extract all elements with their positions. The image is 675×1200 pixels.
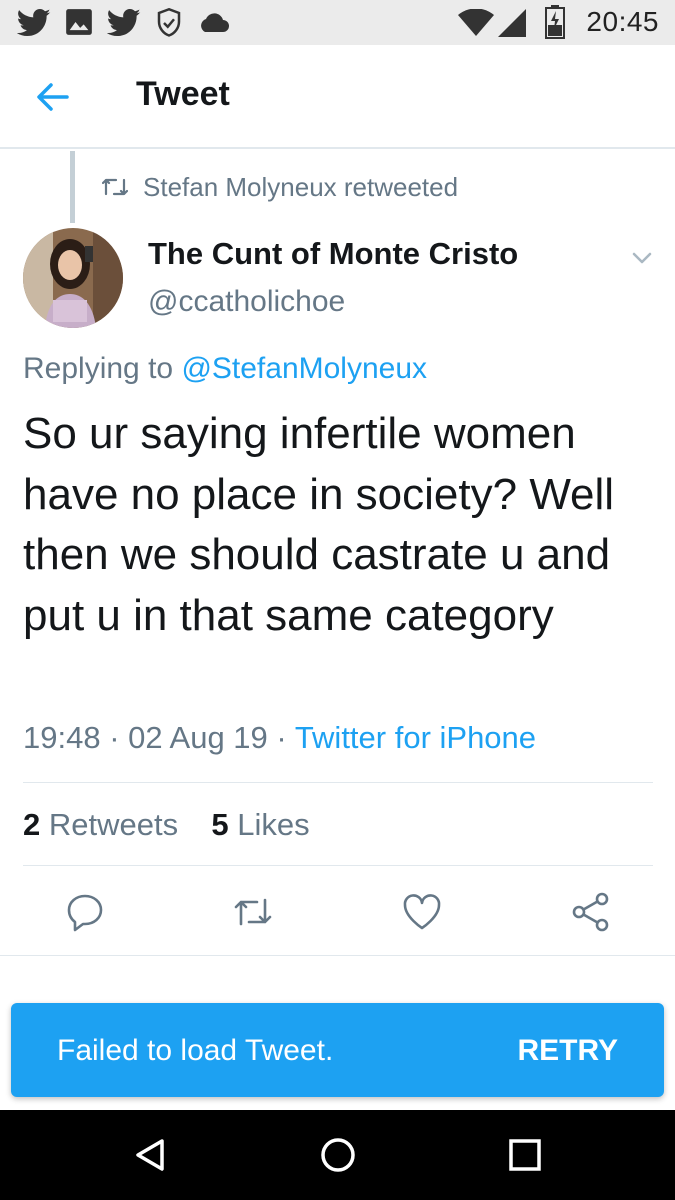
retry-button[interactable]: RETRY <box>517 1034 618 1068</box>
recents-square-icon[interactable] <box>505 1135 545 1175</box>
retweeted-by[interactable]: Stefan Molyneux retweeted <box>143 172 458 203</box>
back-arrow-icon[interactable] <box>34 79 70 115</box>
replying-mention-link[interactable]: @StefanMolyneux <box>181 352 427 385</box>
tweet-text: So ur saying infertile women have no pla… <box>23 409 615 640</box>
chevron-down-icon[interactable] <box>628 244 656 272</box>
status-time: 20:45 <box>586 6 659 37</box>
tweet-date: 02 Aug 19 <box>128 720 268 755</box>
divider <box>0 955 675 956</box>
retweet-label: Retweets <box>48 807 179 842</box>
thread-line <box>70 151 75 223</box>
error-snackbar: Failed to load Tweet. RETRY <box>11 1003 664 1097</box>
retweet-icon <box>102 178 128 196</box>
image-icon <box>66 9 92 35</box>
share-icon[interactable] <box>569 890 613 934</box>
avatar[interactable] <box>23 228 123 328</box>
retweet-count: 2 <box>23 807 41 842</box>
divider <box>23 865 653 866</box>
like-count: 5 <box>211 807 229 842</box>
author-handle[interactable]: @ccatholichoe <box>148 285 345 319</box>
like-label: Likes <box>237 807 310 842</box>
app-bar: Tweet <box>0 45 675 149</box>
tweet-stats: 2 Retweets 5 Likes <box>23 807 310 843</box>
like-heart-icon[interactable] <box>400 890 444 934</box>
replying-to: Replying to @StefanMolyneux <box>23 352 427 386</box>
wifi-icon <box>458 9 494 36</box>
navigation-bar <box>0 1110 675 1200</box>
avatar-image <box>23 228 123 328</box>
tweet-meta: 19:48 · 02 Aug 19 · Twitter for iPhone <box>23 720 536 756</box>
retweet-stat[interactable]: 2 Retweets <box>23 807 178 842</box>
signal-icon <box>498 9 526 37</box>
home-circle-icon[interactable] <box>318 1135 358 1175</box>
author-name[interactable]: The Cunt of Monte Cristo <box>148 236 518 272</box>
shield-check-icon <box>157 8 181 37</box>
divider <box>23 782 653 783</box>
back-triangle-icon[interactable] <box>130 1135 170 1175</box>
reply-icon[interactable] <box>63 890 107 934</box>
tweet-time: 19:48 <box>23 720 101 755</box>
meta-separator: · <box>276 720 287 755</box>
like-stat[interactable]: 5 Likes <box>211 807 309 842</box>
retweet-icon[interactable] <box>231 890 275 934</box>
battery-charging-icon <box>545 5 565 39</box>
replying-prefix: Replying to <box>23 352 182 385</box>
page-title: Tweet <box>136 75 230 113</box>
snackbar-message: Failed to load Tweet. <box>57 1034 334 1067</box>
tweet-source-link[interactable]: Twitter for iPhone <box>295 720 536 755</box>
status-bar: 20:45 <box>0 0 675 45</box>
twitter-icon <box>17 8 51 37</box>
twitter-icon <box>107 8 141 37</box>
cloud-icon <box>201 13 229 32</box>
meta-separator: · <box>109 720 120 755</box>
